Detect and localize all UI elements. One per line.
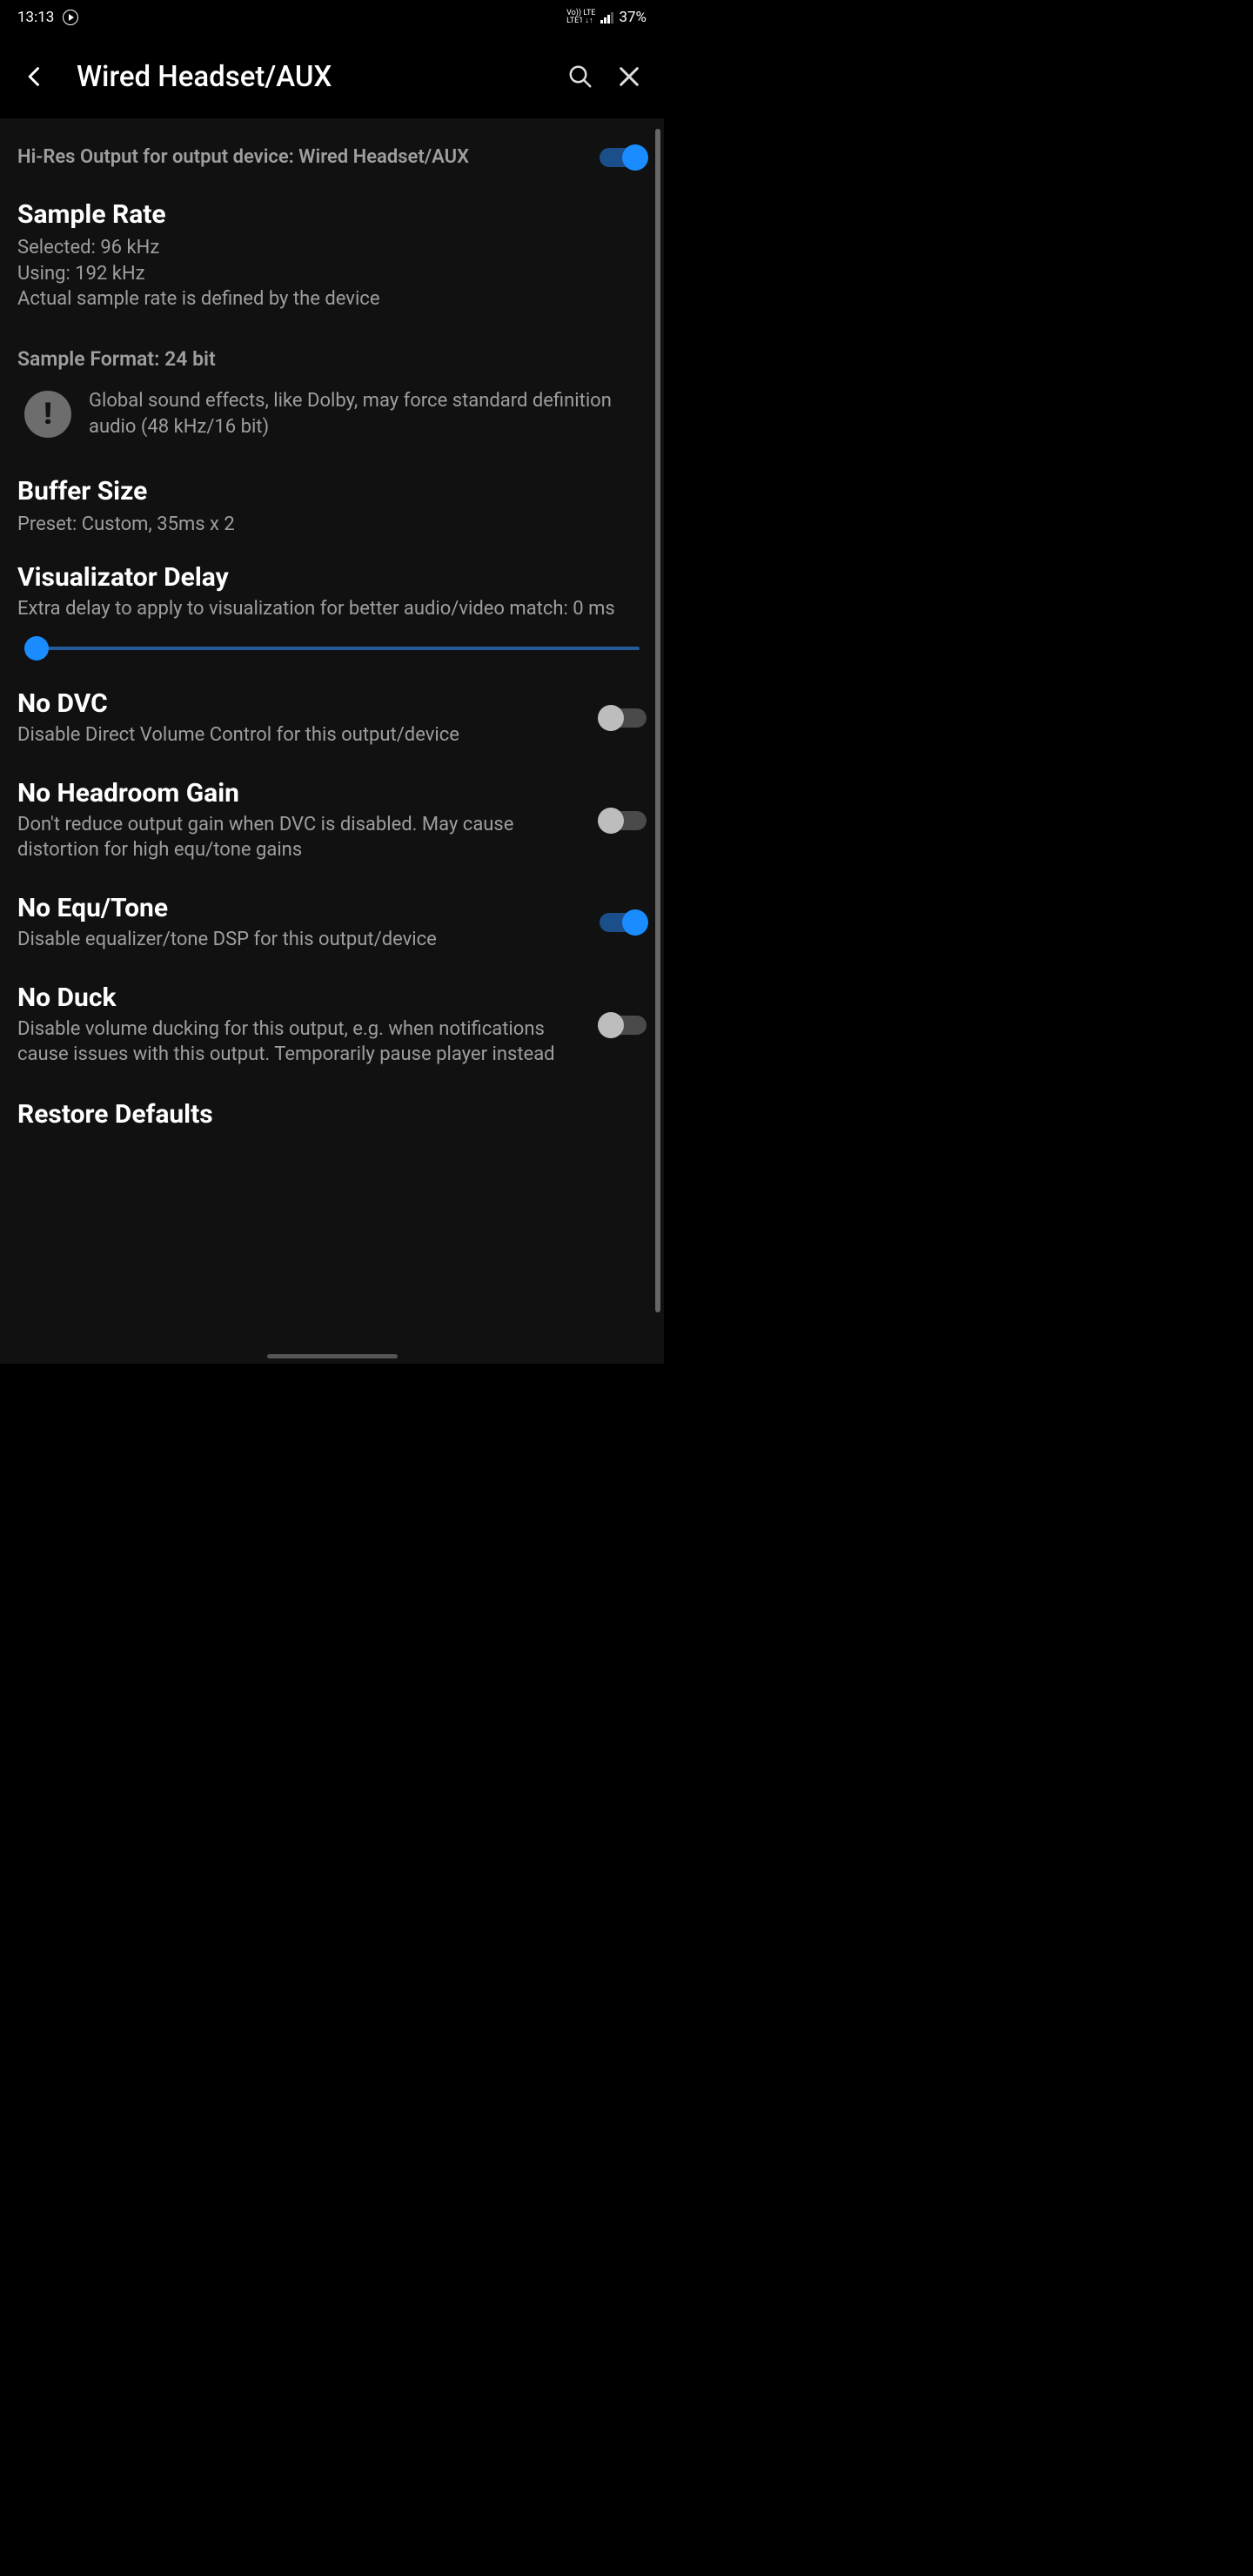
no-equ-row[interactable]: No Equ/Tone Disable equalizer/tone DSP f… (17, 882, 647, 972)
no-dvc-sub: Disable Direct Volume Control for this o… (17, 722, 586, 748)
no-duck-title: No Duck (17, 983, 586, 1013)
back-button[interactable] (10, 52, 59, 101)
hires-output-row[interactable]: Hi-Res Output for output device: Wired H… (17, 136, 647, 187)
search-button[interactable] (556, 52, 605, 101)
play-indicator-icon (63, 10, 78, 25)
no-duck-toggle[interactable] (600, 1016, 647, 1035)
visualizator-delay-title: Visualizator Delay (17, 562, 647, 593)
buffer-size-row[interactable]: Buffer Size Preset: Custom, 35ms x 2 (17, 464, 647, 550)
no-equ-sub: Disable equalizer/tone DSP for this outp… (17, 927, 586, 953)
restore-defaults-row[interactable]: Restore Defaults (17, 1087, 647, 1130)
close-button[interactable] (605, 52, 653, 101)
status-time: 13:13 (17, 9, 54, 26)
battery-percentage: 37% (619, 9, 647, 26)
no-dvc-title: No DVC (17, 688, 586, 719)
no-headroom-sub: Don't reduce output gain when DVC is dis… (17, 812, 586, 863)
no-dvc-toggle[interactable] (600, 708, 647, 728)
sample-rate-note: Actual sample rate is defined by the dev… (17, 286, 647, 312)
app-bar: Wired Headset/AUX (0, 35, 664, 118)
chevron-left-icon (23, 64, 47, 89)
no-headroom-title: No Headroom Gain (17, 778, 586, 808)
restore-defaults-title: Restore Defaults (17, 1099, 647, 1130)
no-equ-title: No Equ/Tone (17, 893, 586, 923)
sample-rate-using: Using: 192 kHz (17, 261, 647, 287)
hires-output-label: Hi-Res Output for output device: Wired H… (17, 146, 586, 168)
status-bar: 13:13 Vo)) LTE LTE1 ↓↑ 37% (0, 0, 664, 35)
sample-format-row[interactable]: Sample Format: 24 bit (17, 325, 647, 376)
slider-thumb[interactable] (24, 636, 49, 661)
buffer-size-title: Buffer Size (17, 476, 647, 506)
dolby-warning-text: Global sound effects, like Dolby, may fo… (89, 388, 647, 439)
visualizator-delay-sub: Extra delay to apply to visualization fo… (17, 596, 647, 622)
hires-output-toggle[interactable] (600, 148, 647, 167)
close-icon (617, 64, 641, 89)
no-dvc-row[interactable]: No DVC Disable Direct Volume Control for… (17, 678, 647, 768)
no-headroom-toggle[interactable] (600, 811, 647, 830)
no-duck-row[interactable]: No Duck Disable volume ducking for this … (17, 972, 647, 1087)
signal-icon (600, 12, 613, 23)
gesture-handle[interactable] (267, 1354, 398, 1358)
scrollbar[interactable] (655, 129, 660, 1312)
buffer-size-sub: Preset: Custom, 35ms x 2 (17, 512, 647, 538)
sample-rate-selected: Selected: 96 kHz (17, 235, 647, 261)
page-title: Wired Headset/AUX (77, 60, 556, 94)
visualizator-delay-row[interactable]: Visualizator Delay Extra delay to apply … (17, 550, 647, 678)
warning-icon: ! (24, 391, 71, 438)
search-icon (567, 64, 593, 90)
no-equ-toggle[interactable] (600, 913, 647, 932)
sample-rate-row[interactable]: Sample Rate Selected: 96 kHz Using: 192 … (17, 187, 647, 325)
no-headroom-row[interactable]: No Headroom Gain Don't reduce output gai… (17, 768, 647, 882)
visualizator-delay-slider[interactable] (24, 647, 640, 650)
network-indicator: Vo)) LTE LTE1 ↓↑ (566, 10, 595, 25)
settings-content: Hi-Res Output for output device: Wired H… (0, 118, 664, 1364)
no-duck-sub: Disable volume ducking for this output, … (17, 1016, 586, 1068)
sample-rate-title: Sample Rate (17, 199, 647, 230)
dolby-warning-row: ! Global sound effects, like Dolby, may … (17, 376, 647, 464)
